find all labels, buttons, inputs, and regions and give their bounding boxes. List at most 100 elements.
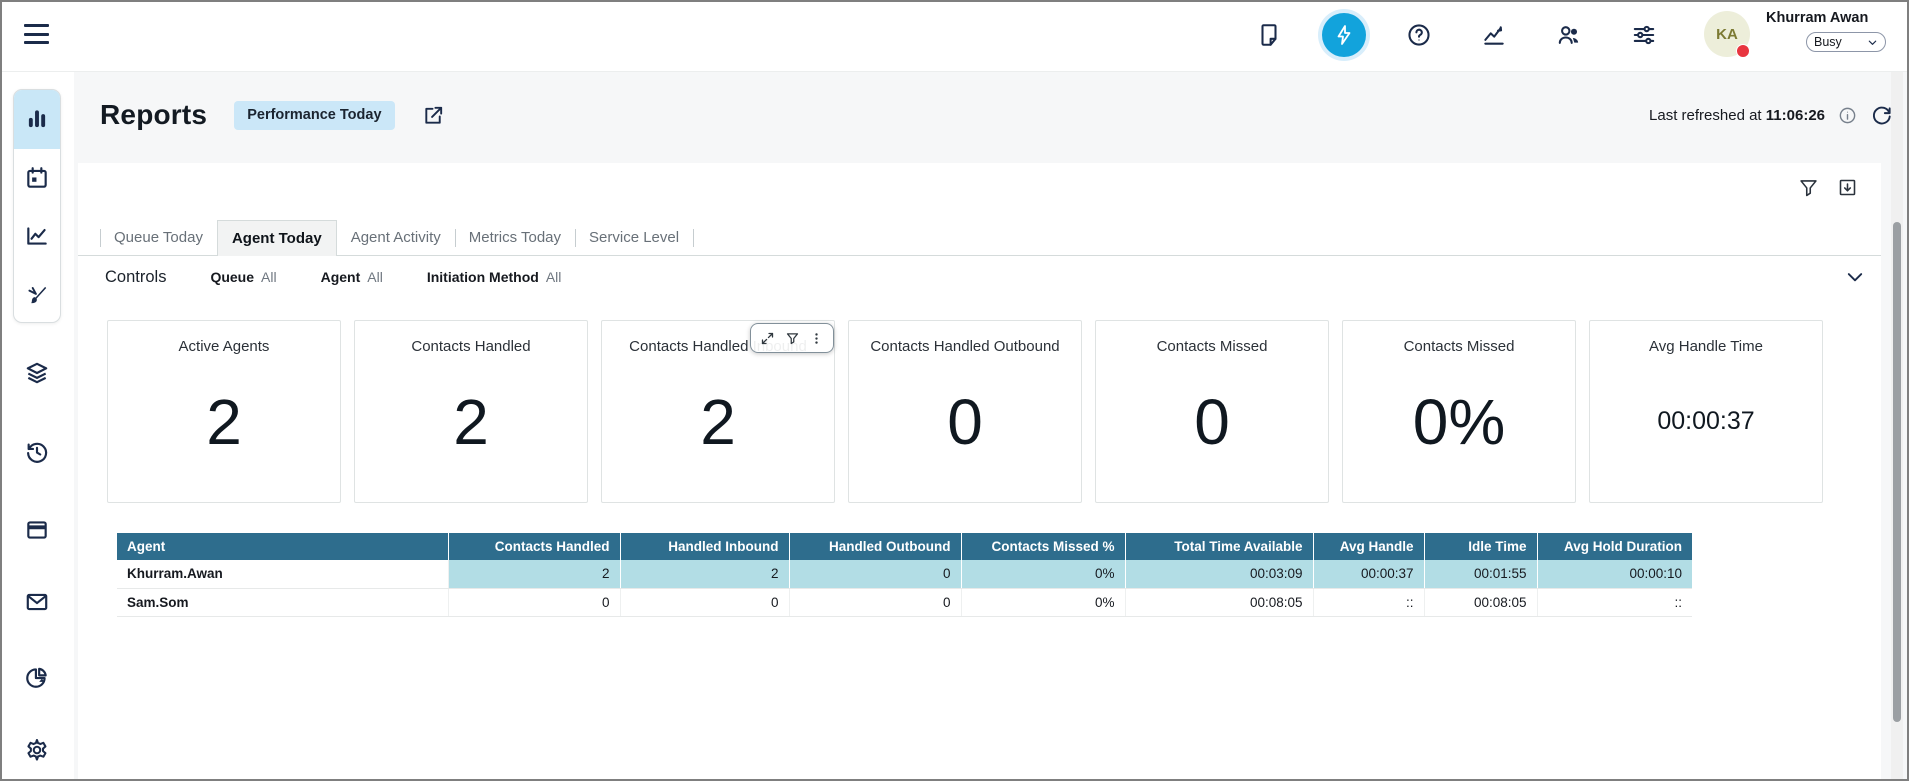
agent-table-wrap: AgentContacts HandledHandled InboundHand…	[117, 533, 1692, 617]
help-icon[interactable]	[1393, 9, 1445, 61]
topbar: KA Khurram Awan Busy	[0, 0, 1909, 72]
kpi-card-value: 2	[206, 355, 242, 502]
column-header-contacts-missed-pct[interactable]: Contacts Missed %	[961, 533, 1125, 560]
kpi-card-contacts-handled-1: Contacts Handled2	[354, 320, 588, 503]
card-hover-toolbar	[750, 323, 834, 353]
kpi-card-value: 00:00:37	[1657, 355, 1754, 502]
table-row-khurram-awan[interactable]: Khurram.Awan2200%00:03:0900:00:3700:01:5…	[117, 560, 1692, 588]
page-title: Reports	[100, 99, 207, 131]
table-header-row: AgentContacts HandledHandled InboundHand…	[117, 533, 1692, 560]
main-content: Reports Performance Today Last refreshed…	[74, 72, 1909, 781]
column-header-total-time-available[interactable]: Total Time Available	[1125, 533, 1313, 560]
metric-cell: 00:08:05	[1125, 588, 1313, 616]
page-header: Reports Performance Today	[100, 99, 445, 131]
download-icon[interactable]	[1837, 177, 1858, 198]
sidebar-item-window[interactable]	[24, 517, 50, 543]
sidebar-item-mail[interactable]	[24, 589, 50, 615]
sidebar-item-dashboards[interactable]	[24, 664, 50, 690]
sidebar-item-settings[interactable]	[24, 737, 50, 763]
last-refreshed-time: 11:06:26	[1766, 107, 1825, 124]
agent-table: AgentContacts HandledHandled InboundHand…	[117, 533, 1692, 617]
tab-agent-activity[interactable]: Agent Activity	[337, 220, 455, 256]
user-name: Khurram Awan	[1766, 10, 1868, 26]
mail-icon	[24, 589, 50, 615]
sidebar-item-layers[interactable]	[24, 360, 50, 386]
metric-cell: 00:03:09	[1125, 560, 1313, 588]
quick-connects-icon[interactable]	[1318, 9, 1370, 61]
report-tabs: Queue TodayAgent TodayAgent ActivityMetr…	[78, 220, 1881, 256]
browser-window-icon	[24, 517, 50, 543]
info-icon[interactable]	[1838, 106, 1857, 125]
metric-cell: 0	[620, 588, 789, 616]
tab-agent-today[interactable]: Agent Today	[217, 220, 337, 256]
table-row-sam-som[interactable]: Sam.Som0000%00:08:05::00:08:05::	[117, 588, 1692, 616]
controls-row: Controls QueueAll AgentAll Initiation Meth…	[105, 258, 561, 296]
pie-chart-icon	[24, 664, 50, 690]
kpi-card-value: 0	[947, 355, 983, 502]
avatar[interactable]: KA	[1704, 11, 1750, 57]
filter-icon[interactable]	[785, 331, 800, 346]
metric-cell: 0%	[961, 588, 1125, 616]
column-header-handled-inbound[interactable]: Handled Inbound	[620, 533, 789, 560]
kpi-card-title: Contacts Missed	[1404, 338, 1515, 355]
sidebar-item-history[interactable]	[24, 439, 50, 465]
kpi-card-active-agents-0: Active Agents2	[107, 320, 341, 503]
sidebar-item-calendar[interactable]	[14, 149, 60, 208]
refresh-icon[interactable]	[1870, 104, 1893, 127]
status-value: Busy	[1814, 35, 1842, 49]
metric-cell: 0	[789, 588, 961, 616]
kebab-menu-icon[interactable]	[809, 331, 824, 346]
kpi-card-title: Active Agents	[179, 338, 270, 355]
scrollbar-thumb[interactable]	[1893, 222, 1901, 722]
controls-collapse-chevron-icon[interactable]	[1845, 267, 1865, 287]
filter-agent[interactable]: AgentAll	[321, 269, 383, 285]
column-header-handled-outbound[interactable]: Handled Outbound	[789, 533, 961, 560]
agents-icon[interactable]	[1543, 9, 1595, 61]
tab-service-level[interactable]: Service Level	[575, 220, 693, 256]
report-panel: Queue TodayAgent TodayAgent ActivityMetr…	[78, 163, 1881, 779]
scrollbar-track[interactable]	[1891, 72, 1903, 779]
metrics-icon[interactable]	[1468, 9, 1520, 61]
metric-cell: 00:00:37	[1313, 560, 1424, 588]
filter-icon[interactable]	[1798, 177, 1819, 198]
filter-queue[interactable]: QueueAll	[210, 269, 276, 285]
external-link-icon[interactable]	[422, 104, 445, 127]
metric-cell: 0	[448, 588, 620, 616]
column-header-agent[interactable]: Agent	[117, 533, 448, 560]
topbar-icon-group	[1243, 9, 1670, 61]
kpi-card-avg-handle-time-6: Avg Handle Time00:00:37	[1589, 320, 1823, 503]
avatar-initials: KA	[1716, 26, 1738, 43]
sidebar-item-reports[interactable]	[14, 90, 60, 149]
filter-initiation-method[interactable]: Initiation MethodAll	[427, 269, 562, 285]
kpi-card-title: Contacts Handled Outbound	[870, 338, 1059, 355]
column-header-contacts-handled[interactable]: Contacts Handled	[448, 533, 620, 560]
bar-chart-icon	[24, 106, 50, 132]
kpi-card-value: 0%	[1413, 355, 1506, 502]
report-badge[interactable]: Performance Today	[234, 101, 394, 130]
column-header-idle-time[interactable]: Idle Time	[1424, 533, 1537, 560]
sidebar-item-customize[interactable]	[14, 266, 60, 324]
expand-icon[interactable]	[760, 331, 775, 346]
notes-icon[interactable]	[1243, 9, 1295, 61]
agent-name-cell: Khurram.Awan	[117, 560, 448, 588]
brush-icon	[24, 282, 50, 308]
gear-icon	[24, 737, 50, 763]
metric-cell: 00:01:55	[1424, 560, 1537, 588]
agent-name-cell: Sam.Som	[117, 588, 448, 616]
kpi-card-title: Contacts Handled	[411, 338, 530, 355]
tab-queue-today[interactable]: Queue Today	[100, 220, 217, 256]
kpi-card-title: Avg Handle Time	[1649, 338, 1763, 355]
metric-cell: 0%	[961, 560, 1125, 588]
sidebar-item-metrics[interactable]	[14, 207, 60, 266]
column-header-avg-hold-duration[interactable]: Avg Hold Duration	[1537, 533, 1692, 560]
status-dot	[1736, 44, 1750, 58]
hamburger-menu-icon[interactable]	[24, 24, 50, 45]
kpi-card-value: 2	[700, 355, 736, 502]
settings-sliders-icon[interactable]	[1618, 9, 1670, 61]
status-select[interactable]: Busy	[1806, 32, 1886, 52]
tab-metrics-today[interactable]: Metrics Today	[455, 220, 575, 256]
controls-label: Controls	[105, 268, 166, 287]
control-filters: QueueAll AgentAll Initiation MethodAll	[210, 269, 561, 285]
column-header-avg-handle[interactable]: Avg Handle	[1313, 533, 1424, 560]
kpi-card-contacts-missed-4: Contacts Missed0	[1095, 320, 1329, 503]
